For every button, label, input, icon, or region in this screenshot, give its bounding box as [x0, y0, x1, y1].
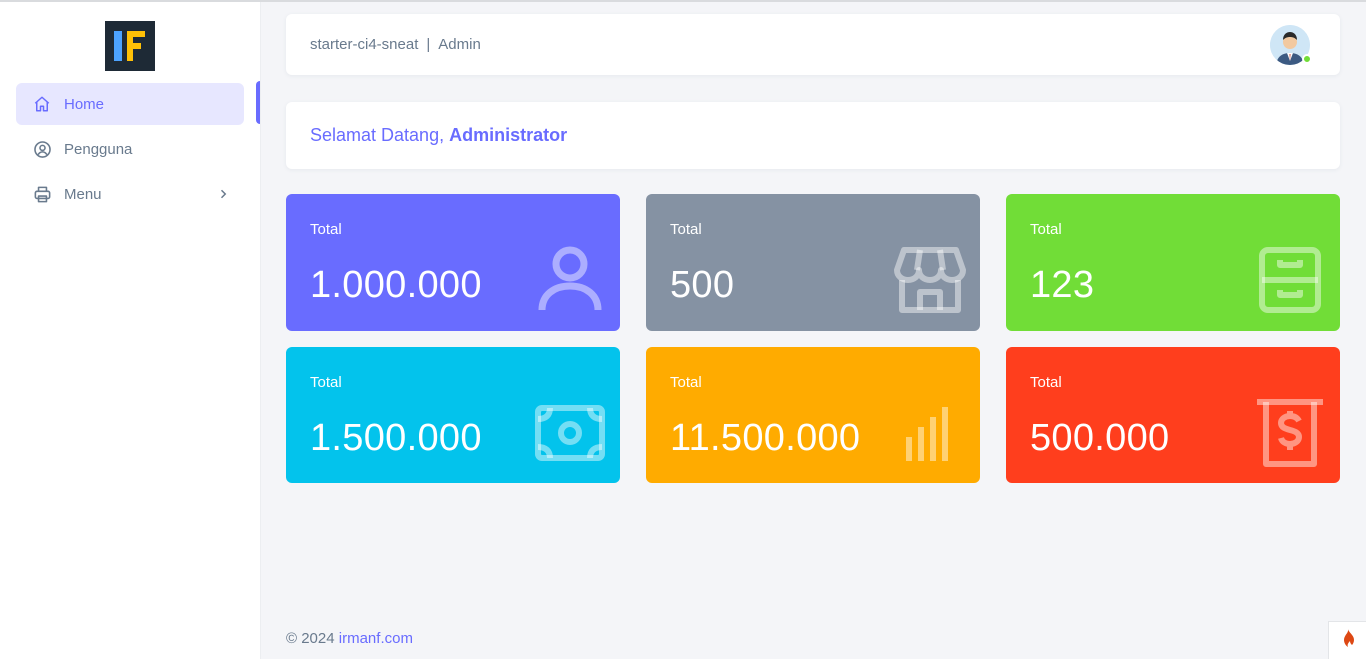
- stat-value: 1.000.000: [310, 264, 482, 306]
- stat-value: 123: [1030, 264, 1095, 306]
- stat-value: 500.000: [1030, 417, 1170, 459]
- debug-toolbar-toggle[interactable]: [1328, 621, 1366, 659]
- welcome-card: Selamat Datang, Administrator: [286, 102, 1340, 169]
- online-status-dot: [1302, 54, 1312, 64]
- footer-link[interactable]: irmanf.com: [339, 630, 413, 647]
- sidebar-item-pengguna[interactable]: Pengguna: [16, 128, 244, 170]
- app-name: starter-ci4-sneat: [310, 36, 419, 53]
- money-icon: [534, 403, 606, 468]
- stat-label: Total: [310, 221, 342, 238]
- stat-card-store: Total 500: [646, 194, 980, 331]
- welcome-user-name: Administrator: [449, 125, 568, 145]
- cabinet-icon: [1258, 246, 1322, 319]
- logo-letter-f: [127, 31, 145, 61]
- active-indicator: [256, 81, 260, 124]
- printer-icon: [32, 184, 52, 204]
- welcome-greeting: Selamat Datang,: [310, 125, 445, 145]
- store-icon: [894, 246, 966, 319]
- dollar-bill-icon: [1254, 397, 1326, 474]
- stat-value: 11.500.000: [670, 417, 861, 459]
- stat-label: Total: [670, 374, 702, 391]
- sidebar-item-label: Home: [64, 95, 105, 113]
- stat-label: Total: [670, 221, 702, 238]
- stat-label: Total: [310, 374, 342, 391]
- stat-label: Total: [1030, 374, 1062, 391]
- app-logo[interactable]: [105, 21, 155, 71]
- stat-value: 500: [670, 264, 735, 306]
- sidebar-item-menu[interactable]: Menu: [16, 173, 244, 215]
- bar-chart-icon: [902, 403, 958, 468]
- user-circle-icon: [32, 139, 52, 159]
- footer: © 2024 irmanf.com: [286, 630, 413, 647]
- stat-label: Total: [1030, 221, 1062, 238]
- stat-card-money: Total 1.500.000: [286, 347, 620, 483]
- sidebar-item-label: Pengguna: [64, 140, 133, 158]
- chevron-right-icon: [214, 185, 232, 203]
- sidebar: Home Pengguna Menu: [0, 2, 260, 659]
- logo-letter-i: [114, 31, 122, 61]
- stat-value: 1.500.000: [310, 417, 482, 459]
- home-icon: [32, 94, 52, 114]
- separator: |: [426, 36, 431, 53]
- sidebar-item-home[interactable]: Home: [16, 83, 244, 125]
- stat-card-cabinet: Total 123: [1006, 194, 1340, 331]
- flame-icon: [1339, 628, 1357, 653]
- user-icon: [536, 244, 604, 319]
- footer-copyright: © 2024: [286, 630, 335, 647]
- sidebar-item-label: Menu: [64, 185, 102, 203]
- top-navbar: starter-ci4-sneat | Admin: [286, 14, 1340, 75]
- stat-card-chart: Total 11.500.000: [646, 347, 980, 483]
- user-role: Admin: [438, 36, 481, 53]
- stat-card-users: Total 1.000.000: [286, 194, 620, 331]
- stat-card-bill: Total 500.000: [1006, 347, 1340, 483]
